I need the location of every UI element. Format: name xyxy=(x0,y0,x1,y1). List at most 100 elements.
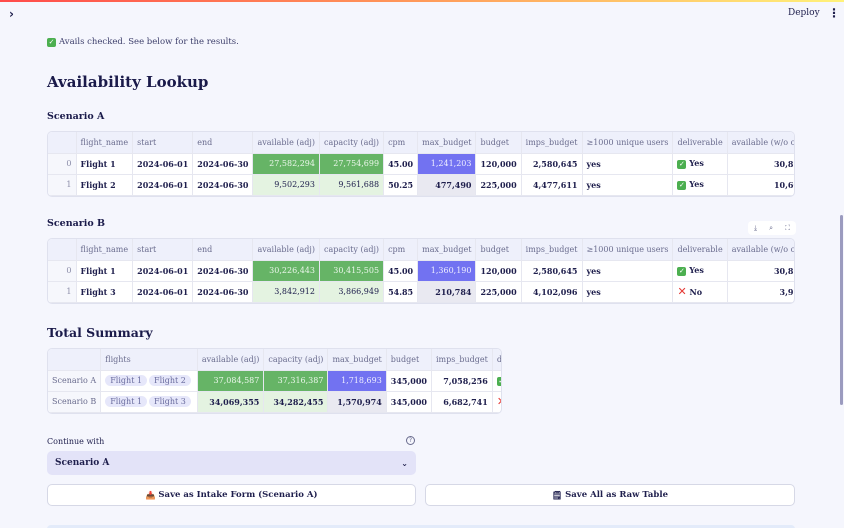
scenario-a-table[interactable]: flight_name start end available (adj) capaci… xyxy=(47,131,795,197)
page-scrollbar[interactable] xyxy=(840,215,843,405)
column-header[interactable]: max_budget xyxy=(417,239,477,261)
scenario-b-table[interactable]: flight_name start end available (adj) capaci… xyxy=(47,238,795,304)
available-adj-cell: 3,842,912 xyxy=(252,281,320,303)
check-icon: ✓ xyxy=(677,181,687,190)
notepad-icon: 🗒 xyxy=(551,490,563,500)
table-row[interactable]: Scenario B Flight 1 Flight 3 34,069,355 34,2… xyxy=(48,391,501,413)
cross-icon: ✕ xyxy=(677,284,687,298)
column-header[interactable]: budget xyxy=(475,132,522,154)
inbox-tray-icon: 📥 xyxy=(145,490,156,500)
check-icon: ✓ xyxy=(47,37,56,47)
scenario-name-cell: Scenario B xyxy=(48,391,102,413)
download-icon[interactable]: ⤓ xyxy=(754,224,757,233)
column-header[interactable]: deliverable xyxy=(672,132,728,154)
deliverable-value: Yes xyxy=(689,265,704,275)
available-wo-overlap-cell: 30,811,353 xyxy=(727,260,794,282)
column-header[interactable]: available (adj) xyxy=(197,349,265,371)
table-row[interactable]: 1 Flight 3 2024-06-01 2024-06-30 3,842,912 3,… xyxy=(48,281,794,303)
column-header[interactable]: max_budget xyxy=(417,132,477,154)
max-budget-cell: 1,570,974 xyxy=(327,391,387,413)
column-header[interactable]: flight_name xyxy=(76,132,134,154)
search-icon[interactable]: ⌕ xyxy=(769,224,773,233)
row-index: 1 xyxy=(48,174,77,196)
column-header[interactable]: start xyxy=(132,239,194,261)
row-index: 1 xyxy=(48,281,77,303)
capacity-adj-cell: 3,866,949 xyxy=(319,281,385,303)
column-header[interactable]: budget xyxy=(475,239,522,261)
capacity-adj-cell: 30,415,505 xyxy=(319,260,385,282)
budget-cell: 345,000 xyxy=(386,370,432,392)
flight-pill: Flight 1 xyxy=(105,396,148,407)
deploy-button[interactable]: Deploy xyxy=(788,8,820,18)
column-header[interactable]: available (w/o overlap) xyxy=(727,132,794,154)
column-header[interactable] xyxy=(48,132,77,154)
sidebar-expand-icon[interactable]: › xyxy=(9,7,14,21)
available-wo-overlap-cell: 3,910,534 xyxy=(727,281,794,303)
row-index: 0 xyxy=(48,260,77,282)
column-header[interactable]: capacity (adj) xyxy=(319,239,385,261)
column-header[interactable]: available (adj) xyxy=(252,239,320,261)
max-budget-cell: 477,490 xyxy=(417,174,477,196)
app-header: › Deploy ⋮ xyxy=(0,2,844,28)
column-header[interactable] xyxy=(48,239,77,261)
column-header[interactable]: end xyxy=(192,239,254,261)
column-header[interactable]: imps_budget xyxy=(521,239,583,261)
deliverable-value: Yes xyxy=(689,158,704,168)
column-header[interactable]: capacity (adj) xyxy=(319,132,385,154)
unique-users-cell: yes xyxy=(582,153,674,175)
scenario-b-title: Scenario B xyxy=(47,218,106,229)
fullscreen-icon[interactable]: ⛶ xyxy=(785,224,790,233)
help-icon[interactable]: ? xyxy=(406,436,415,445)
budget-cell: 120,000 xyxy=(475,153,522,175)
unique-users-cell: yes xyxy=(582,281,674,303)
budget-cell: 225,000 xyxy=(475,281,522,303)
save-intake-form-button[interactable]: 📥 Save as Intake Form (Scenario A) xyxy=(47,484,416,506)
table-row[interactable]: 0 Flight 1 2024-06-01 2024-06-30 27,582,294 2… xyxy=(48,153,794,175)
start-date-cell: 2024-06-01 xyxy=(132,281,194,303)
summary-table[interactable]: flights available (adj) capacity (adj) max_… xyxy=(47,348,502,414)
column-header[interactable]: budget xyxy=(386,349,432,371)
table-header-row: flights available (adj) capacity (adj) max_… xyxy=(48,349,501,371)
column-header[interactable]: start xyxy=(132,132,194,154)
flight-pill: Flight 1 xyxy=(105,375,148,386)
deliverable-cell: ✕ No xyxy=(672,281,728,303)
column-header[interactable]: max_budget xyxy=(327,349,387,371)
available-adj-cell: 27,582,294 xyxy=(252,153,320,175)
check-icon: ✓ xyxy=(677,267,687,276)
save-raw-table-button[interactable]: 🗒 Save All as Raw Table xyxy=(425,484,795,506)
deliverable-cell: ✓ Yes xyxy=(672,260,728,282)
table-row[interactable]: 1 Flight 2 2024-06-01 2024-06-30 9,502,293 9,… xyxy=(48,174,794,196)
available-wo-overlap-cell: 10,604,215 xyxy=(727,174,794,196)
column-header[interactable]: available (w/o overlap) xyxy=(727,239,794,261)
column-header[interactable]: cpm xyxy=(383,132,419,154)
scenario-select[interactable]: Scenario A ⌄ xyxy=(47,451,416,475)
column-header[interactable]: ≥1000 unique users xyxy=(582,132,674,154)
scenario-a-title: Scenario A xyxy=(47,111,105,122)
column-header[interactable]: deliverable xyxy=(492,349,501,371)
column-header[interactable]: flight_name xyxy=(76,239,134,261)
column-header[interactable]: deliverable xyxy=(672,239,728,261)
column-header[interactable]: cpm xyxy=(383,239,419,261)
available-adj-cell: 37,084,587 xyxy=(197,370,265,392)
cross-icon: ✕ xyxy=(497,395,501,408)
budget-cell: 225,000 xyxy=(475,174,522,196)
column-header[interactable]: capacity (adj) xyxy=(263,349,329,371)
flight-pill: Flight 3 xyxy=(149,396,191,407)
table-row[interactable]: 0 Flight 1 2024-06-01 2024-06-30 30,226,443 3… xyxy=(48,260,794,282)
column-header[interactable]: available (adj) xyxy=(252,132,320,154)
status-message: ✓ Avails checked. See below for the resu… xyxy=(47,37,239,47)
column-header[interactable] xyxy=(48,349,102,371)
column-header[interactable]: flights xyxy=(100,349,198,371)
column-header[interactable]: imps_budget xyxy=(431,349,493,371)
status-text: Avails checked. See below for the result… xyxy=(59,37,239,47)
column-header[interactable]: end xyxy=(192,132,254,154)
column-header[interactable]: ≥1000 unique users xyxy=(582,239,674,261)
flight-pill: Flight 2 xyxy=(149,375,191,386)
flight-name-cell: Flight 2 xyxy=(76,174,134,196)
column-header[interactable]: imps_budget xyxy=(521,132,583,154)
cpm-cell: 50.25 xyxy=(383,174,419,196)
main-menu-icon[interactable]: ⋮ xyxy=(828,6,840,20)
max-budget-cell: 1,360,190 xyxy=(417,260,477,282)
cpm-cell: 45.00 xyxy=(383,260,419,282)
table-row[interactable]: Scenario A Flight 1 Flight 2 37,084,587 37,3… xyxy=(48,370,501,392)
